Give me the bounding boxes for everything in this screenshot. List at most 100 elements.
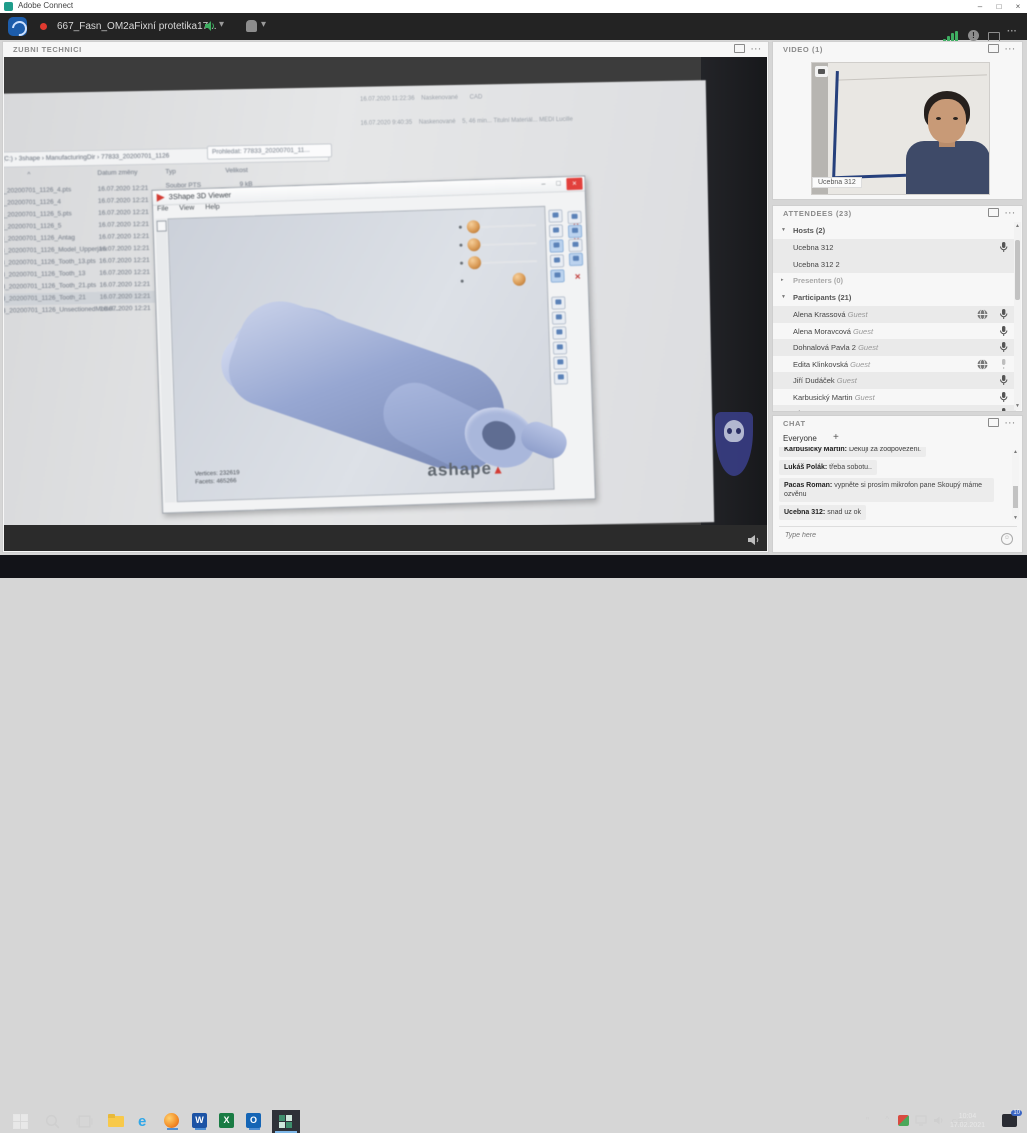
hand-dropdown-chevron[interactable]: ▾: [261, 19, 266, 30]
menu-file[interactable]: File: [157, 205, 169, 212]
viewer-tool-icon[interactable]: [549, 239, 563, 252]
volume-icon[interactable]: [933, 1115, 945, 1126]
webcam-video-frame[interactable]: [811, 62, 990, 195]
mic-icon[interactable]: [999, 391, 1008, 405]
attendee-row[interactable]: Edita Klinkovská Guest: [773, 356, 1016, 373]
viewer-tool-icon[interactable]: [553, 356, 567, 369]
viewer-minimize-button[interactable]: –: [536, 179, 550, 191]
layer-sphere-icon[interactable]: [467, 238, 480, 251]
attendee-row[interactable]: Alena Krassová Guest: [773, 306, 1016, 323]
tray-hidden-icons-chevron[interactable]: ^: [885, 1115, 889, 1124]
explorer-search-input[interactable]: Prohledat: 77833_20200701_11...: [207, 143, 332, 159]
viewer-close-button[interactable]: ×: [566, 178, 582, 191]
share-volume-icon[interactable]: [747, 534, 761, 546]
viewer-tool-icon[interactable]: [569, 253, 583, 266]
viewer-tool-icon[interactable]: [553, 341, 567, 354]
viewer-tool-icon[interactable]: [551, 296, 565, 309]
taskbar-search-icon[interactable]: [44, 1113, 61, 1130]
viewer-tool-icon[interactable]: [550, 254, 564, 267]
attendee-row[interactable]: Jiří Dudáček Guest: [773, 372, 1016, 389]
chat-pod-fullscreen-icon[interactable]: [988, 418, 999, 427]
menu-help[interactable]: Help: [205, 204, 220, 211]
toolbar-menu-icon[interactable]: ···: [1007, 26, 1017, 37]
speaker-dropdown-chevron[interactable]: ▾: [219, 19, 224, 30]
viewer-tool-icon[interactable]: [552, 326, 566, 339]
tray-pen-icon[interactable]: ꞌꞌ: [866, 1116, 869, 1125]
speaker-icon[interactable]: [204, 20, 216, 32]
file-explorer-icon[interactable]: [108, 1113, 125, 1130]
attendee-row[interactable]: Ucebna 312: [773, 239, 1016, 256]
video-pod-menu-icon[interactable]: ···: [1005, 44, 1016, 53]
attendees-pod-fullscreen-icon[interactable]: [988, 208, 999, 217]
chat-add-tab-icon[interactable]: +: [833, 432, 839, 443]
mic-muted-icon[interactable]: [999, 358, 1008, 372]
mic-icon[interactable]: [999, 341, 1008, 355]
excel-icon[interactable]: X: [219, 1113, 236, 1130]
mic-icon[interactable]: [999, 325, 1008, 339]
video-pod-fullscreen-icon[interactable]: [988, 44, 999, 53]
layer-sphere-icon[interactable]: [512, 273, 525, 286]
attendee-row[interactable]: Karbusický Martin Guest: [773, 389, 1016, 406]
column-type-header[interactable]: Typ: [165, 168, 176, 175]
column-date-header[interactable]: Datum změny: [97, 169, 137, 177]
viewer-tool-icon[interactable]: [550, 269, 564, 282]
viewer-tool-icon[interactable]: [568, 225, 582, 238]
camera-overlay-icon[interactable]: [815, 66, 828, 77]
hosts-section-header[interactable]: ▼Hosts (2): [773, 223, 1016, 239]
share-pod-fullscreen-icon[interactable]: [734, 44, 745, 53]
chat-scrollbar[interactable]: ▲ ▼: [1012, 450, 1019, 520]
window-minimize-button[interactable]: –: [971, 0, 989, 13]
layer-delete-icon[interactable]: ×: [575, 272, 581, 283]
outlook-icon[interactable]: O: [246, 1113, 263, 1130]
chat-tab-everyone[interactable]: Everyone: [783, 434, 817, 443]
window-close-button[interactable]: ×: [1009, 0, 1027, 13]
scrollbar-thumb[interactable]: [1015, 240, 1020, 300]
file-row[interactable]: 3_20200701_1126_UnsectionedModel...16.07…: [4, 303, 160, 318]
mic-icon[interactable]: [999, 374, 1008, 388]
mic-icon[interactable]: [999, 241, 1008, 255]
adobe-connect-taskbar-icon[interactable]: [272, 1110, 300, 1133]
share-pod-menu-icon[interactable]: ···: [751, 44, 762, 53]
start-button-icon[interactable]: [12, 1113, 29, 1130]
viewer-3d-canvas[interactable]: × × × × Vertices: 232619 Facets: 465266 …: [167, 206, 554, 502]
viewer-tool-icon[interactable]: [548, 209, 562, 222]
emoji-icon[interactable]: ☺: [1001, 533, 1013, 545]
chat-input[interactable]: [783, 531, 982, 540]
presenters-section-header[interactable]: ▸Presenters (0): [773, 273, 1016, 289]
edge-icon[interactable]: e: [138, 1113, 155, 1130]
adobe-connect-logo-icon[interactable]: [8, 17, 27, 36]
attendee-row[interactable]: Dohnalová Pavla 2 Guest: [773, 339, 1016, 356]
mic-icon[interactable]: [999, 407, 1008, 412]
network-icon[interactable]: [915, 1115, 927, 1126]
word-icon[interactable]: W: [192, 1113, 209, 1130]
mic-icon[interactable]: [999, 308, 1008, 322]
window-maximize-button[interactable]: □: [990, 0, 1008, 13]
viewer-tool-icon[interactable]: [567, 211, 581, 224]
tray-app-icon[interactable]: [898, 1115, 909, 1126]
attendees-pod-menu-icon[interactable]: ···: [1005, 208, 1016, 217]
column-sort-indicator[interactable]: ^: [27, 171, 30, 178]
viewer-tool-icon[interactable]: [568, 239, 582, 252]
firefox-icon[interactable]: [164, 1113, 181, 1130]
viewer-tool-icon[interactable]: [552, 311, 566, 324]
attendee-row[interactable]: Ucebna 312 2: [773, 256, 1016, 273]
notification-center-icon[interactable]: 10: [1002, 1114, 1017, 1127]
column-size-header[interactable]: Velikost: [225, 167, 248, 174]
attendee-row[interactable]: Hlavsova petra Guest: [773, 405, 1016, 412]
attendees-scrollbar[interactable]: ▲ ▼: [1014, 222, 1021, 410]
help-info-icon[interactable]: !: [968, 30, 979, 41]
menu-view[interactable]: View: [179, 204, 194, 211]
raise-hand-icon[interactable]: [246, 20, 257, 32]
layer-sphere-icon[interactable]: [468, 256, 481, 269]
participants-section-header[interactable]: ▼Participants (21): [773, 290, 1016, 306]
viewer-maximize-button[interactable]: □: [551, 178, 565, 190]
attendee-row[interactable]: Alena Moravcová Guest: [773, 323, 1016, 340]
scrollbar-thumb[interactable]: [1013, 486, 1018, 508]
layer-sphere-icon[interactable]: [467, 220, 480, 233]
viewer-tool-icon[interactable]: [156, 220, 166, 231]
clock[interactable]: 10:04 17.02.2021: [950, 1112, 985, 1130]
task-view-icon[interactable]: [76, 1113, 93, 1130]
viewer-tool-icon[interactable]: [549, 224, 563, 237]
viewer-tool-icon[interactable]: [554, 371, 568, 384]
chat-pod-menu-icon[interactable]: ···: [1005, 418, 1016, 427]
